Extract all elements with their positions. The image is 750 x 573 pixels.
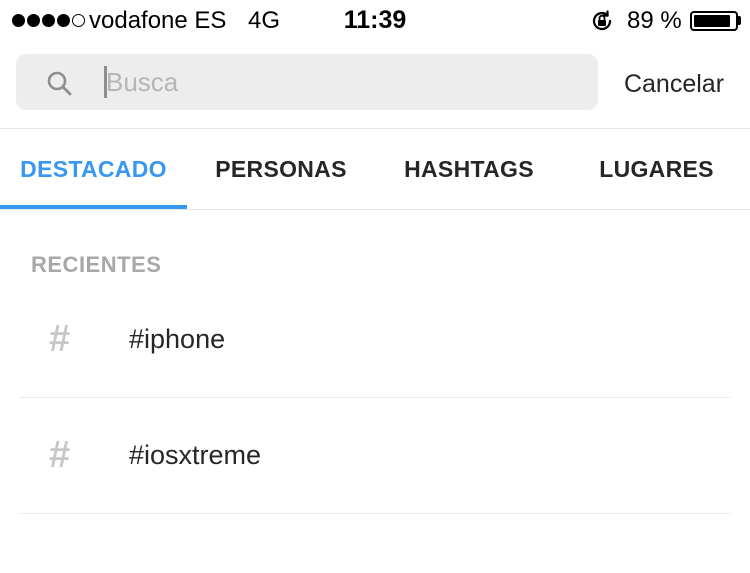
battery-percentage: 89 %: [627, 7, 682, 34]
tab-lugares[interactable]: LUGARES: [563, 129, 750, 209]
tab-hashtags[interactable]: HASHTAGS: [375, 129, 563, 209]
battery-tip: [738, 16, 741, 25]
battery-fill: [694, 15, 730, 27]
recent-item[interactable]: # #iosxtreme: [19, 398, 730, 514]
search-tabs: DESTACADO PERSONAS HASHTAGS LUGARES: [0, 129, 750, 209]
battery-icon: [690, 11, 738, 31]
recent-item-label: #iosxtreme: [129, 440, 262, 470]
tab-destacado[interactable]: DESTACADO: [0, 129, 187, 209]
hashtag-icon: #: [49, 318, 71, 360]
cancel-button[interactable]: Cancelar: [614, 62, 734, 106]
tabs-divider: [0, 209, 750, 210]
rotation-lock-icon: [592, 10, 612, 31]
search-input[interactable]: [106, 54, 586, 110]
recent-item[interactable]: # #iphone: [19, 282, 730, 398]
status-bar: vodafone ES 4G 11:39 89 %: [0, 0, 750, 42]
hashtag-icon: #: [49, 434, 71, 476]
search-icon: [47, 71, 72, 96]
tab-personas[interactable]: PERSONAS: [187, 129, 375, 209]
recents-header: RECIENTES: [31, 252, 162, 277]
search-bar[interactable]: [16, 54, 598, 110]
recent-item-label: #iphone: [129, 324, 226, 354]
